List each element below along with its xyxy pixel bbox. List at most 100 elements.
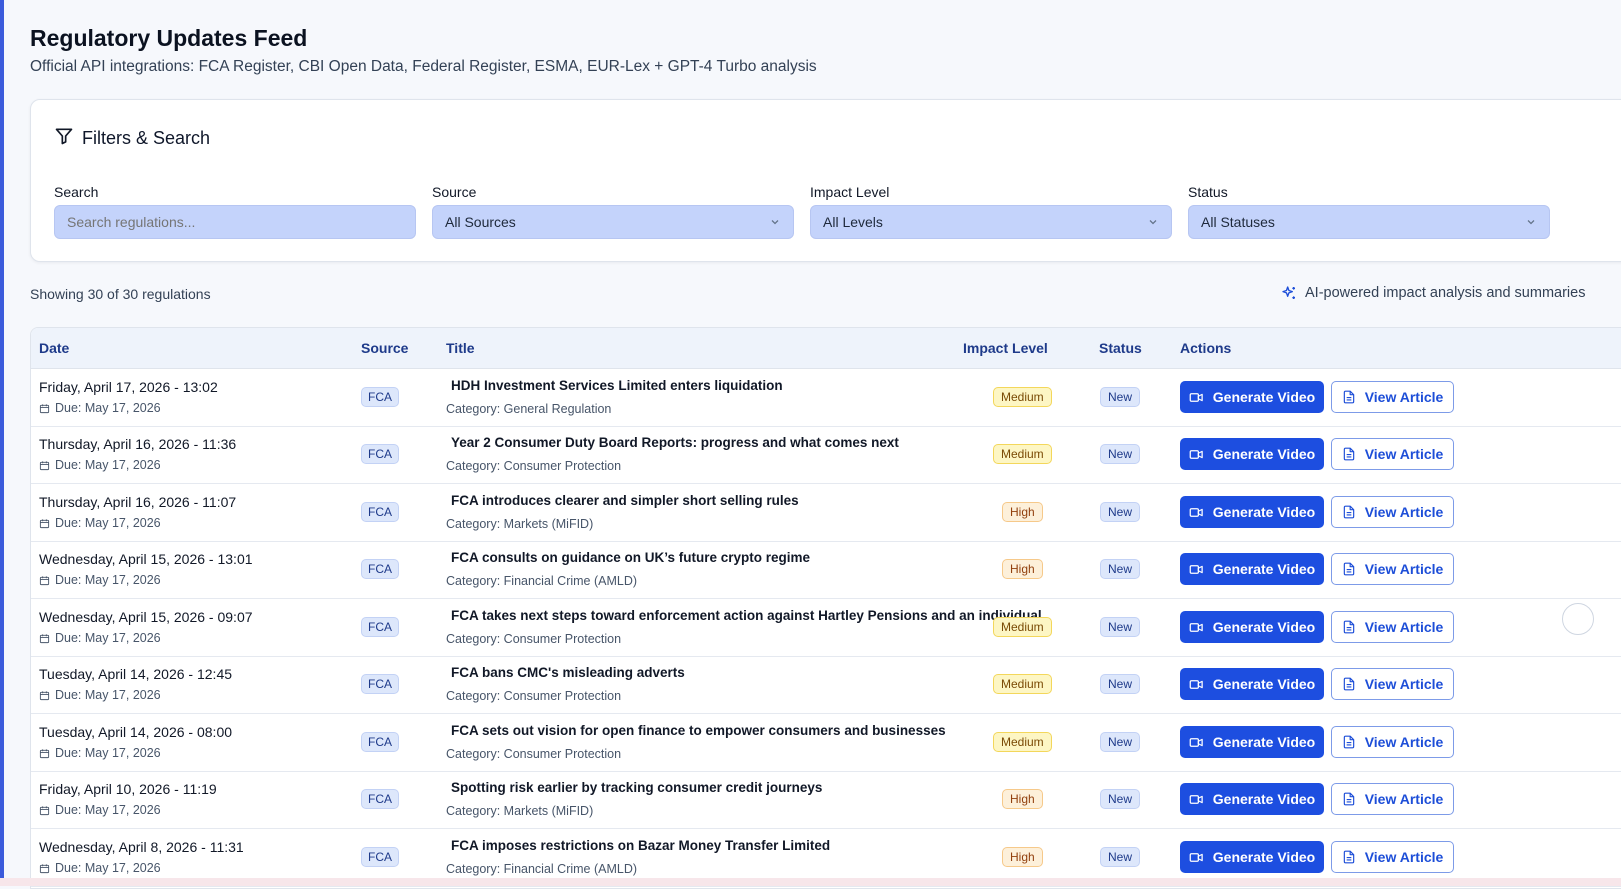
- row-due-text: Due: May 17, 2026: [55, 458, 161, 472]
- view-article-button[interactable]: View Article: [1331, 381, 1454, 413]
- table-row: Friday, April 17, 2026 - 13:02 Due: May …: [31, 369, 1621, 427]
- generate-video-button[interactable]: Generate Video: [1180, 726, 1324, 758]
- page-header: Regulatory Updates Feed Official API int…: [30, 24, 817, 76]
- table-row: Wednesday, April 15, 2026 - 09:07 Due: M…: [31, 599, 1621, 657]
- status-label: Status: [1188, 184, 1228, 200]
- source-badge: FCA: [361, 789, 399, 809]
- row-due: Due: May 17, 2026: [39, 861, 161, 875]
- generate-video-button[interactable]: Generate Video: [1180, 611, 1324, 643]
- row-date: Friday, April 10, 2026 - 11:19: [39, 781, 217, 797]
- source-badge: FCA: [361, 444, 399, 464]
- row-date: Thursday, April 16, 2026 - 11:07: [39, 494, 237, 510]
- generate-video-button[interactable]: Generate Video: [1180, 841, 1324, 873]
- generate-video-button[interactable]: Generate Video: [1180, 438, 1324, 470]
- video-icon: [1189, 679, 1203, 689]
- row-title[interactable]: FCA introduces clearer and simpler short…: [451, 493, 799, 508]
- status-badge: New: [1100, 789, 1141, 809]
- status-select[interactable]: All Statuses: [1188, 205, 1550, 239]
- column-header-status[interactable]: Status: [1099, 340, 1142, 356]
- row-due: Due: May 17, 2026: [39, 688, 161, 702]
- view-article-button[interactable]: View Article: [1331, 438, 1454, 470]
- calendar-icon: [39, 518, 50, 528]
- calendar-icon: [39, 403, 50, 413]
- generate-video-button[interactable]: Generate Video: [1180, 783, 1324, 815]
- row-date: Wednesday, April 8, 2026 - 11:31: [39, 839, 244, 855]
- source-select[interactable]: All Sources: [432, 205, 794, 239]
- column-header-source[interactable]: Source: [361, 340, 408, 356]
- row-category: Category: Consumer Protection: [446, 459, 622, 473]
- row-title[interactable]: FCA imposes restrictions on Bazar Money …: [451, 838, 830, 853]
- source-group: Source All Sources: [432, 184, 794, 239]
- generate-video-button[interactable]: Generate Video: [1180, 668, 1324, 700]
- row-title[interactable]: FCA consults on guidance on UK’s future …: [451, 550, 810, 565]
- document-icon: [1343, 562, 1354, 576]
- column-header-impact[interactable]: Impact Level: [963, 340, 1048, 356]
- document-icon: [1343, 390, 1354, 404]
- calendar-icon: [39, 690, 50, 700]
- video-icon: [1189, 564, 1203, 574]
- view-article-button[interactable]: View Article: [1331, 611, 1454, 643]
- generate-video-label: Generate Video: [1212, 504, 1316, 520]
- table-row: Wednesday, April 15, 2026 - 13:01 Due: M…: [31, 541, 1621, 599]
- row-due: Due: May 17, 2026: [39, 631, 161, 645]
- chevron-down-icon: [1527, 220, 1535, 225]
- filters-header: Filters & Search: [54, 126, 210, 151]
- generate-video-button[interactable]: Generate Video: [1180, 381, 1324, 413]
- row-date: Wednesday, April 15, 2026 - 09:07: [39, 609, 253, 625]
- row-due-text: Due: May 17, 2026: [55, 573, 161, 587]
- view-article-label: View Article: [1364, 676, 1444, 692]
- column-header-actions: Actions: [1180, 340, 1232, 356]
- row-title[interactable]: HDH Investment Services Limited enters l…: [451, 378, 783, 393]
- document-icon: [1343, 677, 1354, 691]
- generate-video-label: Generate Video: [1212, 791, 1316, 807]
- view-article-button[interactable]: View Article: [1331, 841, 1454, 873]
- page-title: Regulatory Updates Feed: [30, 25, 308, 51]
- table-row: Tuesday, April 14, 2026 - 08:00 Due: May…: [31, 714, 1621, 772]
- search-input[interactable]: [54, 205, 416, 239]
- row-title[interactable]: FCA bans CMC's misleading adverts: [451, 665, 685, 680]
- impact-select[interactable]: All Levels: [810, 205, 1172, 239]
- source-badge: FCA: [361, 674, 399, 694]
- chevron-down-icon: [771, 220, 779, 225]
- status-badge: New: [1100, 674, 1141, 694]
- regulations-table: Date Source Title Impact Level Status Ac…: [30, 327, 1621, 889]
- document-icon: [1343, 735, 1354, 749]
- bottom-strip: [0, 878, 1621, 886]
- view-article-button[interactable]: View Article: [1331, 496, 1454, 528]
- row-category: Category: General Regulation: [446, 402, 612, 416]
- view-article-button[interactable]: View Article: [1331, 783, 1454, 815]
- column-header-title[interactable]: Title: [446, 340, 475, 356]
- row-title[interactable]: FCA sets out vision for open finance to …: [451, 723, 946, 738]
- row-due-text: Due: May 17, 2026: [55, 861, 161, 875]
- row-title[interactable]: Spotting risk earlier by tracking consum…: [451, 780, 822, 795]
- row-category: Category: Consumer Protection: [446, 632, 622, 646]
- row-due-text: Due: May 17, 2026: [55, 803, 161, 817]
- table-row: Thursday, April 16, 2026 - 11:07 Due: Ma…: [31, 484, 1621, 542]
- column-header-date[interactable]: Date: [39, 340, 69, 356]
- status-group: Status All Statuses: [1188, 184, 1550, 239]
- row-date: Tuesday, April 14, 2026 - 08:00: [39, 724, 233, 740]
- status-badge: New: [1100, 502, 1141, 522]
- document-icon: [1343, 447, 1354, 461]
- video-icon: [1189, 392, 1203, 402]
- view-article-label: View Article: [1364, 734, 1444, 750]
- impact-selected: All Levels: [823, 214, 883, 230]
- row-title[interactable]: Year 2 Consumer Duty Board Reports: prog…: [451, 435, 899, 450]
- view-article-button[interactable]: View Article: [1331, 553, 1454, 585]
- row-title[interactable]: FCA takes next steps toward enforcement …: [451, 608, 1042, 623]
- view-article-button[interactable]: View Article: [1331, 668, 1454, 700]
- scroll-handle[interactable]: [1562, 603, 1594, 635]
- view-article-label: View Article: [1364, 504, 1444, 520]
- row-due: Due: May 17, 2026: [39, 516, 161, 530]
- status-badge: New: [1100, 444, 1141, 464]
- impact-badge: Medium: [993, 674, 1052, 694]
- result-count: Showing 30 of 30 regulations: [30, 286, 211, 302]
- video-icon: [1189, 507, 1203, 517]
- generate-video-button[interactable]: Generate Video: [1180, 553, 1324, 585]
- source-badge: FCA: [361, 732, 399, 752]
- row-due-text: Due: May 17, 2026: [55, 631, 161, 645]
- generate-video-button[interactable]: Generate Video: [1180, 496, 1324, 528]
- row-due: Due: May 17, 2026: [39, 803, 161, 817]
- view-article-button[interactable]: View Article: [1331, 726, 1454, 758]
- row-due: Due: May 17, 2026: [39, 458, 161, 472]
